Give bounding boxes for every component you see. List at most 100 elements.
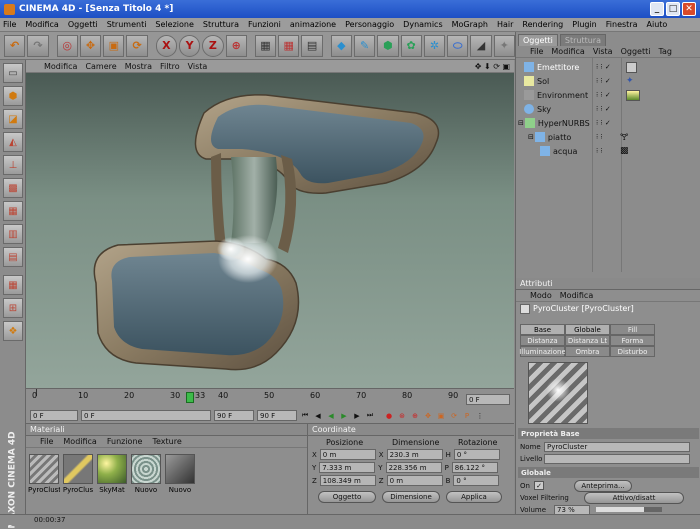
3d-viewport[interactable] [26,73,514,388]
viewport-menu-filtro[interactable]: Filtro [160,62,180,71]
tab-oggetti[interactable]: Oggetti [518,34,558,46]
attr-menu-modifica[interactable]: Modifica [560,291,593,300]
attr-tab-distanza[interactable]: Distanza [520,335,565,346]
viewport-layout-icon[interactable]: ▭ [3,63,23,83]
snap-icon[interactable]: ⊞ [3,298,23,318]
next-key-icon[interactable]: ▶ [352,411,362,421]
move-icon[interactable]: ✥ [79,34,102,57]
object-row-acqua[interactable]: acqua ⁝ ⁝ ▩ [516,144,700,158]
min-frame-field[interactable]: 0 F [81,410,211,421]
maximize-button[interactable]: □ [666,2,680,16]
object-row-sol[interactable]: Sol ⁝ ⁝ ✓ ✦ [516,74,700,88]
tweak-mode-icon[interactable]: ▦ [3,275,23,295]
size-z-field[interactable]: 0 m [386,475,443,486]
viewport-menu-vista[interactable]: Vista [188,62,208,71]
sky-material-tag-icon[interactable] [626,89,640,101]
menu-funzioni[interactable]: Funzioni [248,20,281,29]
light-icon[interactable]: ✦ [493,34,515,57]
scale-key-icon[interactable]: ▣ [436,411,446,421]
menu-plugin[interactable]: Plugin [572,20,597,29]
attr-tab-distanza-lt[interactable]: Distanza Lt [565,335,610,346]
apply-button[interactable]: Applica [446,491,502,503]
polygons-mode-icon[interactable]: ▤ [3,247,23,267]
layer-field[interactable] [544,453,690,464]
x-axis-lock-button[interactable]: X [155,34,177,57]
material-swatch[interactable]: SkyMat [96,454,128,498]
end-frame-field[interactable]: 90 F [257,410,297,421]
coordinate-system-icon[interactable]: ⊕ [225,34,247,57]
autokey-icon[interactable]: ⊛ [397,411,407,421]
viewport-menu-camere[interactable]: Camere [85,62,116,71]
visibility-dots-icon[interactable]: ⁝ ⁝ ✓ [596,119,611,127]
emitter-tag-icon[interactable] [626,61,637,73]
visibility-dots-icon[interactable]: ⁝ ⁝ [596,133,603,141]
scale-icon[interactable]: ▣ [103,34,125,57]
material-swatch[interactable]: Nuovo [164,454,196,498]
menu-finestra[interactable]: Finestra [606,20,638,29]
make-editable-icon[interactable]: ⬢ [3,86,23,106]
position-x-field[interactable]: 0 m [319,449,376,460]
live-selection-icon[interactable]: ◎ [56,34,78,57]
undo-icon[interactable]: ↶ [4,34,26,57]
scene-object-icon[interactable]: ⬭ [447,34,469,57]
cube-primitive-icon[interactable]: ◆ [330,34,352,57]
volume-slider[interactable] [596,507,662,512]
object-row-emettitore[interactable]: Emettitore ⁝ ⁝ ✓ [516,60,700,74]
nurbs-icon[interactable]: ⬢ [377,34,399,57]
coordinate-mode-dropdown[interactable]: Oggetto [318,491,376,503]
attr-tab-forma[interactable]: Forma [610,335,655,346]
edges-mode-icon[interactable]: ▥ [3,224,23,244]
menu-struttura[interactable]: Struttura [203,20,239,29]
attr-tab-fill[interactable]: Fill [610,324,655,335]
texture-mode-icon[interactable]: ▩ [3,178,23,198]
redo-icon[interactable]: ↷ [27,34,49,57]
size-y-field[interactable]: 228.356 m [385,462,442,473]
om-menu-vista[interactable]: Vista [593,47,613,56]
visibility-dots-icon[interactable]: ⁝ ⁝ ✓ [596,105,611,113]
axis-mode-icon[interactable]: ⊥ [3,155,23,175]
menu-personaggio[interactable]: Personaggio [345,20,394,29]
attr-tab-base[interactable]: Base [520,324,565,335]
position-y-field[interactable]: 7.333 m [319,462,376,473]
object-row-hypernurbs[interactable]: ⊟ HyperNURBS ⁝ ⁝ ✓ [516,116,700,130]
keyframe-selection-icon[interactable]: ⊕ [410,411,420,421]
position-key-icon[interactable]: ✥ [423,411,433,421]
play-backward-icon[interactable]: ◀ [326,411,336,421]
model-mode-icon[interactable]: ◭ [3,132,23,152]
previous-key-icon[interactable]: ◀ [313,411,323,421]
minimize-button[interactable]: _ [650,2,664,16]
deformer-icon[interactable]: ✲ [423,34,446,57]
menu-selezione[interactable]: Selezione [155,20,193,29]
menu-rendering[interactable]: Rendering [522,20,563,29]
rotate-icon[interactable]: ⟳ [126,34,148,57]
light-tag-icon[interactable]: ✦ [626,76,634,86]
object-axis-icon[interactable]: ◪ [3,109,23,129]
close-button[interactable]: ✕ [682,2,696,16]
y-axis-lock-button[interactable]: Y [178,34,201,57]
om-menu-tag[interactable]: Tag [658,47,672,56]
start-frame-field[interactable]: 0 F [30,410,78,421]
render-view-icon[interactable]: ▦ [254,34,277,57]
name-field[interactable]: PyroCluster [544,441,690,452]
volume-field[interactable]: 73 % [554,504,590,515]
rotation-key-icon[interactable]: ⟳ [449,411,459,421]
object-row-sky[interactable]: Sky ⁝ ⁝ ✓ [516,102,700,116]
om-menu-file[interactable]: File [530,47,543,56]
collapse-toggle-icon[interactable]: ⊟ [528,133,534,141]
on-checkbox[interactable]: ✓ [534,481,544,490]
menu-aiuto[interactable]: Aiuto [647,20,668,29]
rotation-h-field[interactable]: 0 ° [453,449,500,460]
visibility-dots-icon[interactable]: ⁝ ⁝ ✓ [596,91,611,99]
camera-icon[interactable]: ◢ [470,34,492,57]
attr-tab-ombra[interactable]: Ombra [565,346,610,357]
visibility-dots-icon[interactable]: ⁝ ⁝ ✓ [596,77,611,85]
material-swatch[interactable]: Nuovo [130,454,162,498]
size-mode-dropdown[interactable]: Dimensione [382,491,440,503]
point-level-key-icon[interactable]: ⋮ [475,411,485,421]
voxel-filtering-dropdown[interactable]: Attivo/disatt [584,491,684,504]
materials-menu-texture[interactable]: Texture [152,437,181,446]
size-x-field[interactable]: 230.3 m [386,449,443,460]
go-to-end-icon[interactable]: ⏭ [365,411,375,421]
attr-tab-illuminazione[interactable]: Illuminazione [519,346,566,357]
menu-dynamics[interactable]: Dynamics [403,20,442,29]
